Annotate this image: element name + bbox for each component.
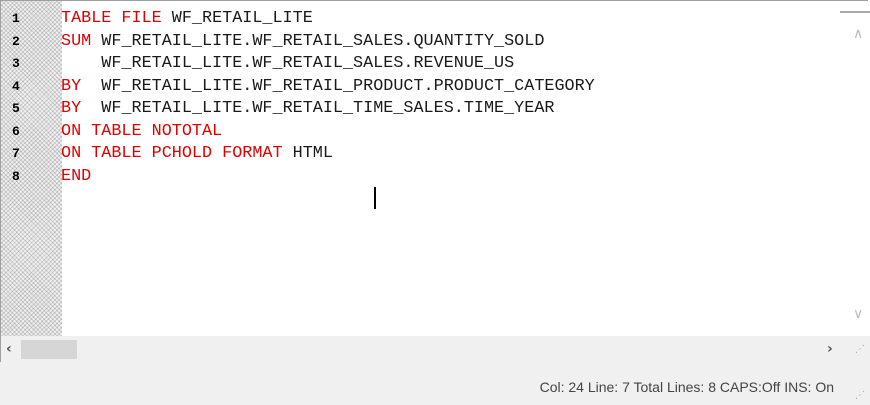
- keyword-token: END: [61, 166, 92, 186]
- code-line[interactable]: ON TABLE NOTOTAL: [61, 121, 222, 143]
- keyword-token: TABLE FILE: [61, 9, 172, 28]
- line-number: 3: [12, 56, 20, 71]
- identifier-token: WF_RETAIL_LITE: [171, 9, 313, 28]
- code-editor[interactable]: 12345678 TABLE FILE WF_RETAIL_LITE SUM WF…: [0, 0, 870, 363]
- line-number: 2: [12, 33, 20, 49]
- code-line[interactable]: WF_RETAIL_LITE.WF_RETAIL_SALES.REVENUE_U…: [61, 53, 514, 75]
- chevron-left-icon[interactable]: ‹: [6, 342, 12, 356]
- identifier-token: WF_RETAIL_LITE.WF_RETAIL_SALES.QUANTITY_…: [101, 31, 545, 51]
- status-bar: Col: 24 Line: 7 Total Lines: 8 CAPS:Off …: [0, 362, 870, 405]
- chevron-right-icon[interactable]: ›: [827, 342, 833, 356]
- resize-grip-icon[interactable]: ⋰: [855, 390, 865, 401]
- identifier-token: WF_RETAIL_LITE.WF_RETAIL_PRODUCT.PRODUCT…: [101, 76, 595, 96]
- identifier-token: HTML: [292, 144, 333, 163]
- size-grip-icon: ⋰: [855, 344, 865, 355]
- keyword-token: SUM: [61, 31, 102, 51]
- code-line[interactable]: BY WF_RETAIL_LITE.WF_RETAIL_PRODUCT.PROD…: [61, 76, 595, 98]
- identifier-token: WF_RETAIL_LITE.WF_RETAIL_TIME_SALES.TIME…: [101, 99, 555, 118]
- code-line[interactable]: SUM WF_RETAIL_LITE.WF_RETAIL_SALES.QUANT…: [61, 31, 544, 53]
- identifier-token: WF_RETAIL_LITE.WF_RETAIL_SALES.REVENUE_U…: [61, 54, 515, 73]
- code-line[interactable]: END: [61, 166, 91, 188]
- code-line[interactable]: ON TABLE PCHOLD FORMAT HTML: [61, 143, 333, 165]
- code-line[interactable]: TABLE FILE WF_RETAIL_LITE: [61, 8, 313, 30]
- line-number: 1: [12, 11, 20, 26]
- keyword-token: ON TABLE PCHOLD FORMAT: [61, 144, 293, 163]
- text-caret: [374, 187, 376, 209]
- keyword-token: ON TABLE NOTOTAL: [61, 121, 223, 141]
- keyword-token: BY: [61, 76, 102, 96]
- horizontal-scrollbar[interactable]: ‹ ›: [1, 336, 846, 363]
- chevron-up-icon[interactable]: ∧: [853, 27, 863, 41]
- vertical-scrollbar[interactable]: ∧ ∨: [846, 1, 870, 336]
- line-number: 8: [12, 168, 20, 184]
- status-text: Col: 24 Line: 7 Total Lines: 8 CAPS:Off …: [539, 379, 834, 395]
- line-number: 5: [12, 101, 20, 116]
- line-number-gutter: 1 2 3 4 5 6 7 8: [1, 1, 62, 336]
- vertical-scroll-thumb[interactable]: [840, 11, 870, 13]
- scrollbar-corner: ⋰: [846, 336, 870, 363]
- line-number: 4: [12, 78, 20, 94]
- code-line[interactable]: BY WF_RETAIL_LITE.WF_RETAIL_TIME_SALES.T…: [61, 98, 554, 120]
- line-number: 7: [12, 146, 20, 161]
- horizontal-scroll-thumb[interactable]: [21, 340, 77, 359]
- keyword-token: BY: [61, 99, 102, 118]
- line-number: 6: [12, 123, 20, 139]
- chevron-down-icon[interactable]: ∨: [853, 307, 863, 321]
